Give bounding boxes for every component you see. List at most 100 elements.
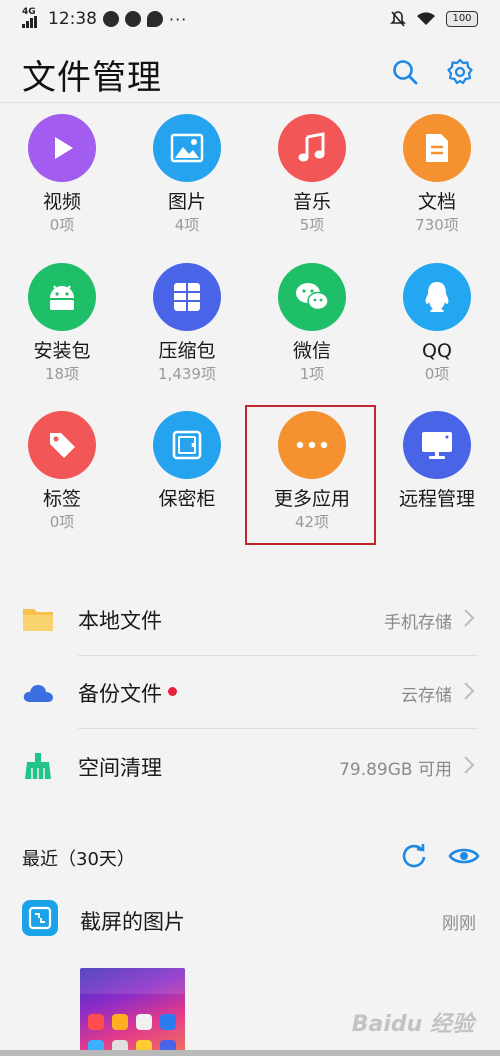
safe-circle <box>153 411 221 479</box>
category-safe[interactable]: 保密柜 <box>132 411 242 511</box>
archives-circle <box>153 263 221 331</box>
category-label: 微信 <box>292 340 331 362</box>
category-label: 标签 <box>42 488 81 510</box>
thumbnail-app-icon <box>160 1014 176 1030</box>
document-icon <box>426 134 448 162</box>
thumbnail-topbar <box>80 968 185 994</box>
thumbnail-app-icon <box>136 1014 152 1030</box>
recent-item-name[interactable]: 截屏的图片 <box>80 906 185 936</box>
row-divider <box>78 728 478 729</box>
gear-icon <box>447 58 473 85</box>
music-circle <box>278 114 346 182</box>
status-bar: 4G 12:38 ··· 100 <box>0 0 500 40</box>
packages-circle <box>28 263 96 331</box>
refresh-icon[interactable] <box>398 840 430 872</box>
category-label: 音乐 <box>292 191 331 213</box>
recent-item-time: 刚刚 <box>442 914 476 934</box>
search-icon <box>393 60 418 85</box>
category-images[interactable]: 图片 4项 <box>132 114 242 234</box>
row-label-text: 备份文件 <box>78 682 162 706</box>
cloud-icon <box>23 684 53 702</box>
archive-icon <box>174 283 200 311</box>
category-video[interactable]: 视频 0项 <box>7 114 117 234</box>
category-documents[interactable]: 文档 730项 <box>382 114 492 234</box>
screenshot-icon <box>28 906 52 930</box>
folder-icon <box>23 609 53 631</box>
mute-bell-icon <box>390 11 406 27</box>
message-notification-icon <box>147 11 163 27</box>
baidu-watermark: Baidu 经验 <box>351 1012 474 1037</box>
row-space-cleanup[interactable]: 空间清理 79.89GB 可用 <box>0 730 500 802</box>
tag-icon <box>50 433 75 458</box>
category-count: 18项 <box>44 365 80 383</box>
settings-button[interactable] <box>444 56 476 88</box>
chevron-right-icon <box>464 682 475 700</box>
category-packages[interactable]: 安装包 18项 <box>7 263 117 383</box>
recent-section-title: 最近（30天） <box>22 849 135 870</box>
notification-icon <box>103 11 119 27</box>
category-wechat[interactable]: 微信 1项 <box>257 263 367 383</box>
signal-icon: 4G <box>22 7 42 29</box>
qq-icon <box>425 282 449 312</box>
row-value: 79.89GB 可用 <box>339 760 452 780</box>
page-title: 文件管理 <box>22 58 162 98</box>
category-archives[interactable]: 压缩包 1,439项 <box>132 263 242 383</box>
category-remote[interactable]: 远程管理 <box>382 411 492 511</box>
documents-circle <box>403 114 471 182</box>
thumbnail-app-icon <box>112 1014 128 1030</box>
app-notification-icon <box>125 11 141 27</box>
video-circle <box>28 114 96 182</box>
monitor-icon <box>422 432 452 459</box>
category-label: 视频 <box>42 191 81 213</box>
music-icon <box>298 132 325 162</box>
category-label: 保密柜 <box>158 488 216 510</box>
thumbnail-app-icon <box>88 1014 104 1030</box>
category-count: 730项 <box>415 216 459 234</box>
category-count: 1,439项 <box>158 365 216 383</box>
wifi-icon <box>417 12 435 25</box>
chevron-right-icon <box>464 756 475 774</box>
row-label: 备份文件 <box>78 678 177 708</box>
qq-circle <box>403 263 471 331</box>
row-label: 本地文件 <box>78 609 162 633</box>
images-circle <box>153 114 221 182</box>
category-qq[interactable]: QQ 0项 <box>382 263 492 383</box>
row-local-files[interactable]: 本地文件 手机存储 <box>0 583 500 655</box>
screenshot-thumbnail[interactable] <box>80 968 185 1056</box>
chevron-right-icon <box>464 609 475 627</box>
more-notifications-icon: ··· <box>169 9 188 29</box>
row-label: 空间清理 <box>78 756 162 780</box>
screenshot-folder-icon <box>22 900 58 936</box>
remote-circle <box>403 411 471 479</box>
category-count: 1项 <box>299 365 325 383</box>
category-count: 5项 <box>299 216 325 234</box>
eye-icon[interactable] <box>448 840 480 872</box>
header-divider <box>0 102 500 103</box>
play-icon <box>55 137 73 159</box>
category-count: 0项 <box>424 365 450 383</box>
android-icon <box>50 285 74 310</box>
safe-icon <box>172 430 202 460</box>
row-value: 云存储 <box>401 686 452 706</box>
category-label: QQ <box>422 340 452 362</box>
battery-indicator: 100 <box>446 11 478 27</box>
status-time: 12:38 <box>48 9 97 29</box>
category-label: 远程管理 <box>398 488 475 510</box>
category-count: 4项 <box>174 216 200 234</box>
category-label: 文档 <box>417 191 456 213</box>
new-badge-dot <box>168 686 177 696</box>
row-backup-files[interactable]: 备份文件 云存储 <box>0 656 500 728</box>
broom-icon <box>25 753 51 779</box>
category-tags[interactable]: 标签 0项 <box>7 411 117 531</box>
category-music[interactable]: 音乐 5项 <box>257 114 367 234</box>
category-count: 0项 <box>49 513 75 531</box>
category-label: 图片 <box>167 191 206 213</box>
tags-circle <box>28 411 96 479</box>
image-icon <box>170 133 204 163</box>
wechat-circle <box>278 263 346 331</box>
row-value: 手机存储 <box>384 613 452 633</box>
bottom-edge <box>0 1050 500 1056</box>
category-count: 0项 <box>49 216 75 234</box>
search-button[interactable] <box>389 56 421 88</box>
category-label: 压缩包 <box>158 340 216 362</box>
